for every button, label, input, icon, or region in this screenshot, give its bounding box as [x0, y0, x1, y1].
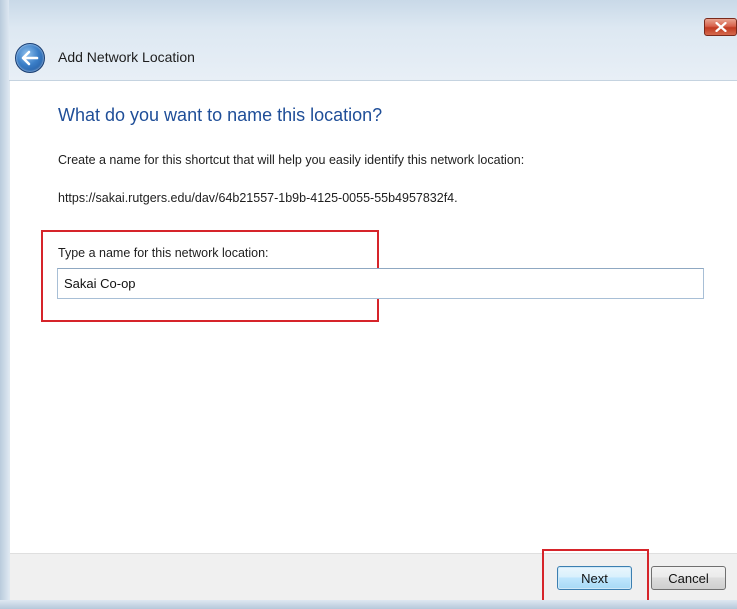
network-location-url: https://sakai.rutgers.edu/dav/64b21557-1… [58, 191, 458, 205]
name-field-label: Type a name for this network location: [58, 246, 269, 260]
page-heading: What do you want to name this location? [58, 105, 383, 125]
wizard-content: What do you want to name this location? … [10, 81, 737, 553]
close-icon [714, 22, 727, 32]
location-name-input[interactable] [57, 268, 704, 299]
highlight-box-next-button [542, 549, 649, 606]
back-arrow-icon [21, 50, 39, 66]
cancel-button[interactable]: Cancel [651, 566, 726, 590]
window-frame-left [0, 0, 9, 609]
window-frame-bottom [0, 600, 737, 609]
window-title: Add Network Location [58, 49, 195, 65]
add-network-location-window: Add Network Location What do you want to… [0, 0, 737, 609]
page-description: Create a name for this shortcut that wil… [58, 153, 525, 167]
back-button[interactable] [15, 43, 45, 73]
title-bar [0, 0, 737, 81]
close-button[interactable] [704, 18, 737, 36]
